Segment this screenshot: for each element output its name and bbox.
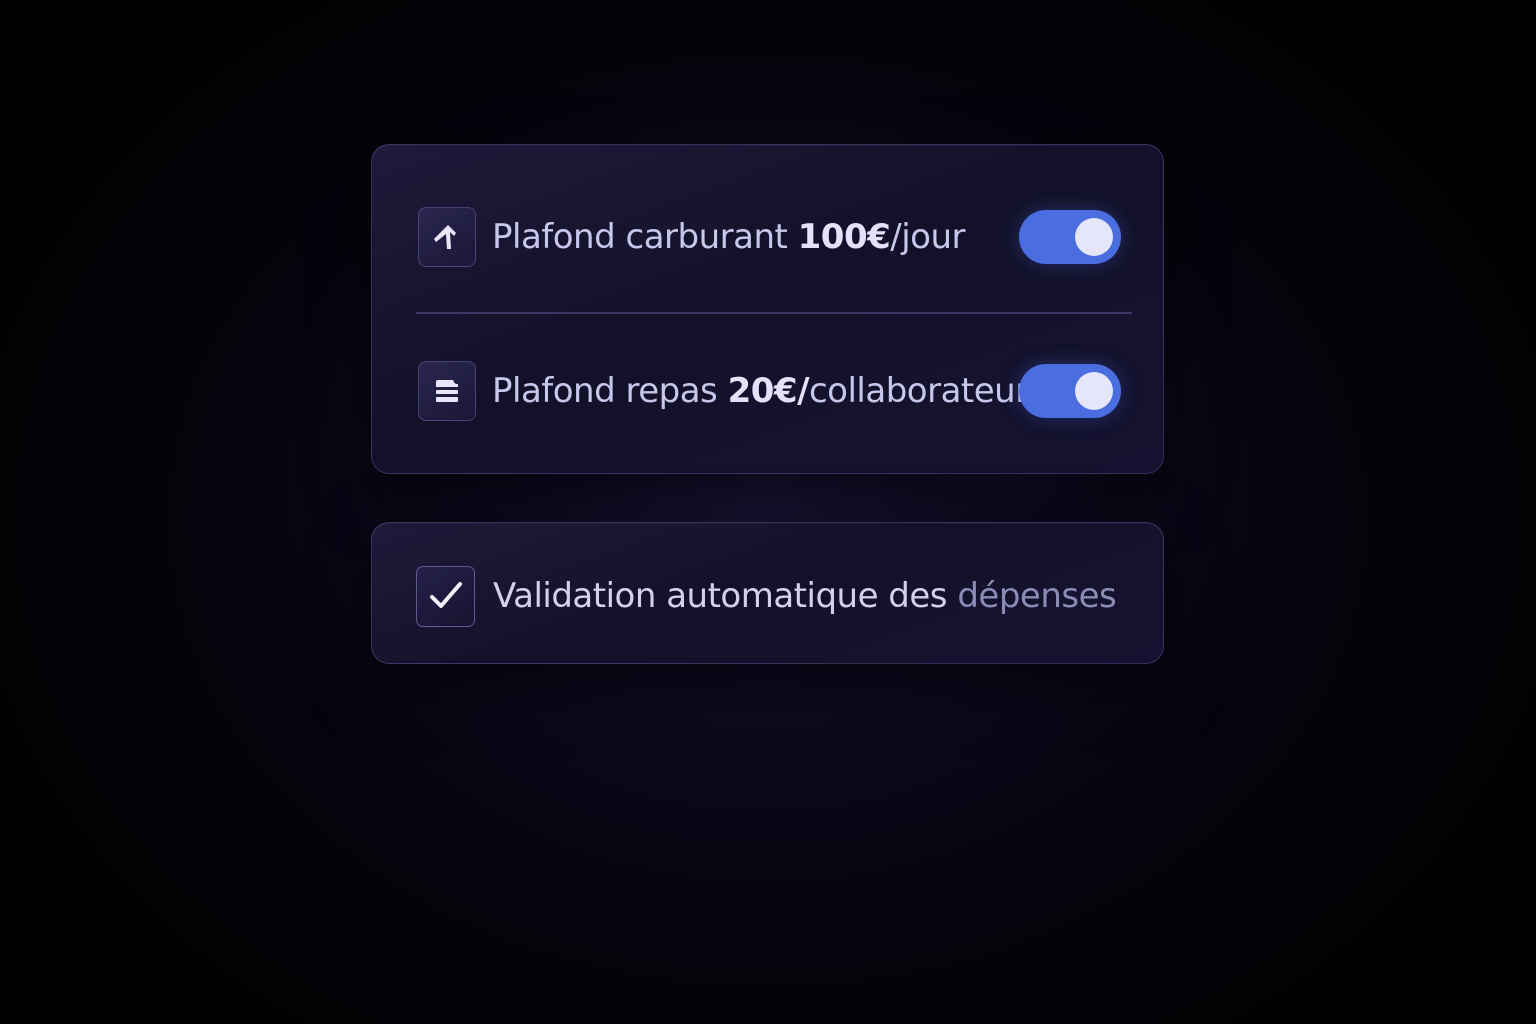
- auto-validation-card: Validation automatique des dépenses: [371, 522, 1164, 664]
- meal-limit-label: Plafond repas 20€/collaborateur: [492, 371, 1029, 411]
- expense-limits-card: Plafond carburant 100€/jour Plafond repa…: [371, 144, 1164, 474]
- auto-validation-row: Validation automatique des dépenses: [416, 565, 1133, 627]
- toggle-knob: [1075, 372, 1113, 410]
- background: Plafond carburant 100€/jour Plafond repa…: [0, 0, 1536, 1024]
- auto-validation-checkbox[interactable]: [416, 565, 475, 627]
- toggle-knob: [1075, 218, 1113, 256]
- meal-limit-row: Plafond repas 20€/collaborateur: [418, 359, 1121, 423]
- meal-limit-amount: 20€/: [727, 371, 810, 411]
- fuel-limit-label: Plafond carburant 100€/jour: [492, 217, 966, 257]
- auto-validation-label: Validation automatique des dépenses: [493, 576, 1117, 616]
- divider: [416, 312, 1132, 314]
- fuel-limit-toggle[interactable]: [1019, 210, 1121, 264]
- meal-limit-toggle[interactable]: [1019, 364, 1121, 418]
- checkmark-icon: [429, 582, 462, 608]
- fuel-route-icon: [418, 207, 476, 267]
- fuel-limit-row: Plafond carburant 100€/jour: [418, 205, 1121, 269]
- meal-stack-icon: [418, 361, 476, 421]
- fuel-limit-amount: 100€: [797, 217, 891, 257]
